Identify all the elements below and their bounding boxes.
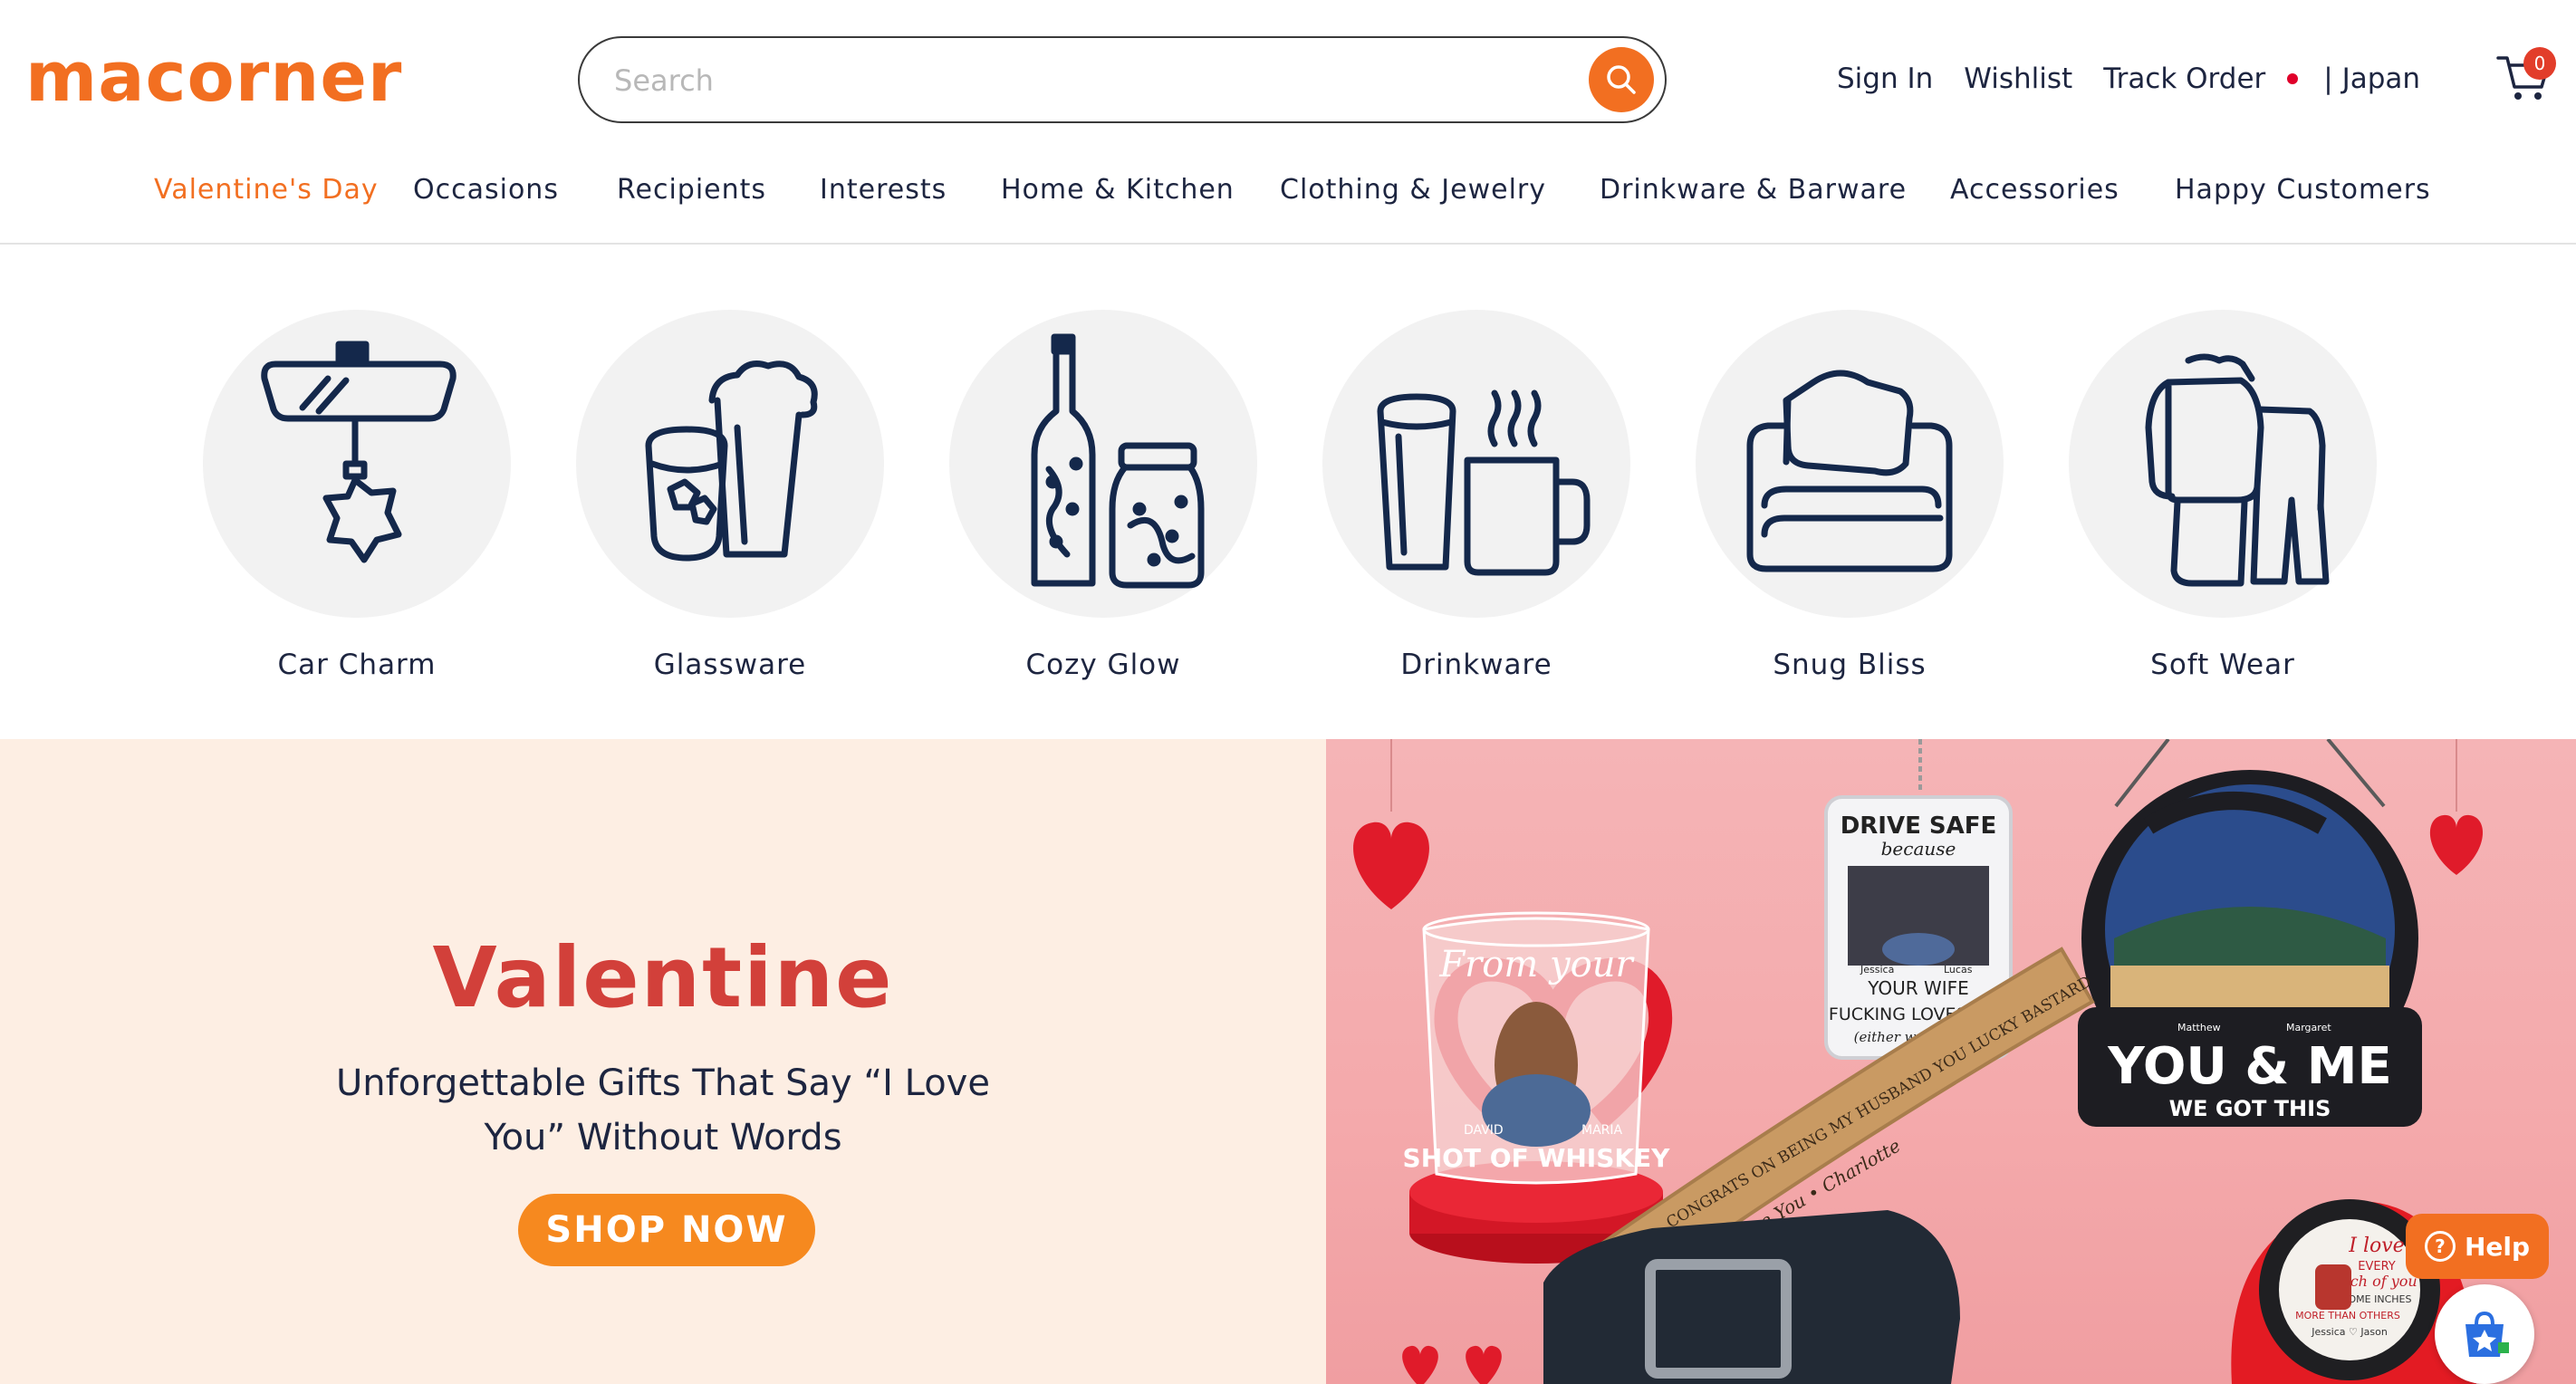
main-nav: Valentine's Day Occasions Recipients Int…: [0, 167, 2576, 214]
heart-decoration: [1466, 1345, 1502, 1384]
help-button[interactable]: ? Help: [2406, 1214, 2549, 1279]
category-label: Snug Bliss: [1773, 649, 1927, 681]
hero-image[interactable]: From your DAVID MARIA SHOT OF WHISKEY DR…: [1326, 739, 2576, 1384]
glass-caption: SHOT OF WHISKEY: [1403, 1143, 1671, 1173]
hero-title: Valentine: [432, 929, 894, 1026]
drinkware-icon: [1377, 389, 1591, 576]
keychain-line1: DRIVE SAFE: [1841, 812, 1997, 840]
category-drinkware[interactable]: Drinkware: [1322, 310, 1630, 681]
tape-line5: MORE THAN OTHERS: [2295, 1310, 2400, 1322]
category-row: Car Charm Glassware Cozy Glow Drinkware …: [0, 246, 2576, 739]
logo-text: macorner: [25, 36, 403, 117]
nav-recipients[interactable]: Recipients: [617, 174, 766, 206]
keychain-name-right: Lucas: [1944, 964, 1973, 976]
category-circle: [576, 310, 884, 618]
rewards-widget-button[interactable]: [2435, 1284, 2534, 1384]
category-glassware[interactable]: Glassware: [576, 310, 884, 681]
heart-decoration: [1353, 822, 1429, 909]
suncatcher-name-left: Matthew: [2177, 1022, 2221, 1033]
soft-wear-icon: [2145, 353, 2330, 587]
keychain-name-left: Jessica: [1860, 964, 1894, 976]
glass-name-right: MARIA: [1581, 1123, 1623, 1138]
category-circle: [949, 310, 1257, 618]
car-charm-icon: [261, 341, 457, 563]
heart-decoration: [2429, 814, 2484, 875]
suncatcher-name-right: Margaret: [2286, 1022, 2331, 1033]
category-label: Drinkware: [1400, 649, 1552, 681]
search-input[interactable]: [614, 54, 1520, 107]
site-header: macorner Sign In Wishlist Track Order | …: [0, 0, 2576, 245]
category-soft-wear[interactable]: Soft Wear: [2069, 310, 2377, 681]
nav-occasions[interactable]: Occasions: [413, 174, 559, 206]
account-links: Sign In Wishlist Track Order | Japan: [1837, 56, 2420, 101]
country-selector[interactable]: | Japan: [2323, 62, 2420, 95]
search-button[interactable]: [1589, 47, 1654, 112]
tape-names: Jessica ♡ Jason: [2311, 1326, 2388, 1338]
category-circle: [203, 310, 511, 618]
category-circle: [1696, 310, 2004, 618]
shopping-bag-star-icon: [2465, 1311, 2509, 1357]
wishlist-link[interactable]: Wishlist: [1964, 62, 2072, 95]
hero-text-panel: Valentine Unforgettable Gifts That Say “…: [0, 739, 1326, 1384]
glassware-icon: [645, 360, 818, 562]
category-snug-bliss[interactable]: Snug Bliss: [1696, 310, 2004, 681]
category-label: Soft Wear: [2150, 649, 2295, 681]
category-label: Car Charm: [277, 649, 437, 681]
cozy-glow-icon: [1031, 333, 1205, 589]
keychain-line3: YOUR WIFE: [1867, 977, 1969, 999]
nav-interests[interactable]: Interests: [820, 174, 947, 206]
category-circle: [2069, 310, 2377, 618]
category-label: Cozy Glow: [1025, 649, 1181, 681]
suncatcher-tagline: WE GOT THIS: [2169, 1096, 2331, 1121]
keychain-line2: because: [1881, 838, 1956, 860]
heart-decoration: [1402, 1345, 1438, 1384]
search-icon: [1607, 65, 1636, 94]
question-icon: ?: [2424, 1231, 2456, 1262]
nav-valentines-day[interactable]: Valentine's Day: [154, 174, 379, 206]
site-logo[interactable]: macorner: [25, 36, 406, 118]
glass-name-left: DAVID: [1464, 1123, 1504, 1138]
tape-line2: EVERY: [2358, 1260, 2396, 1273]
category-cozy-glow[interactable]: Cozy Glow: [949, 310, 1257, 681]
category-circle: [1322, 310, 1630, 618]
nav-home-kitchen[interactable]: Home & Kitchen: [1001, 174, 1235, 206]
category-label: Glassware: [653, 649, 807, 681]
valentine-products-illustration: From your DAVID MARIA SHOT OF WHISKEY DR…: [1353, 739, 2484, 1384]
japan-flag-icon: [2287, 73, 2299, 84]
sign-in-link[interactable]: Sign In: [1837, 62, 1933, 95]
track-order-link[interactable]: Track Order: [2103, 62, 2265, 95]
snug-bliss-icon: [1746, 370, 1953, 572]
tape-line4: SOME INCHES: [2342, 1293, 2412, 1305]
search-bar: [578, 36, 1667, 123]
nav-happy-customers[interactable]: Happy Customers: [2175, 174, 2431, 206]
nav-drinkware-barware[interactable]: Drinkware & Barware: [1600, 174, 1907, 206]
suncatcher-headline: YOU & ME: [2107, 1037, 2391, 1096]
help-label: Help: [2464, 1231, 2531, 1262]
hero-subtitle: Unforgettable Gifts That Say “I Love You…: [336, 1062, 990, 1158]
tape-line1: I love: [2348, 1235, 2404, 1257]
glass-engraving: From your: [1438, 944, 1635, 985]
hero-banner: Valentine Unforgettable Gifts That Say “…: [0, 739, 2576, 1384]
cart-count-badge: 0: [2523, 47, 2556, 80]
category-car-charm[interactable]: Car Charm: [203, 310, 511, 681]
nav-clothing-jewelry[interactable]: Clothing & Jewelry: [1280, 174, 1546, 206]
shop-now-button[interactable]: SHOP NOW: [518, 1194, 815, 1266]
nav-accessories[interactable]: Accessories: [1950, 174, 2119, 206]
